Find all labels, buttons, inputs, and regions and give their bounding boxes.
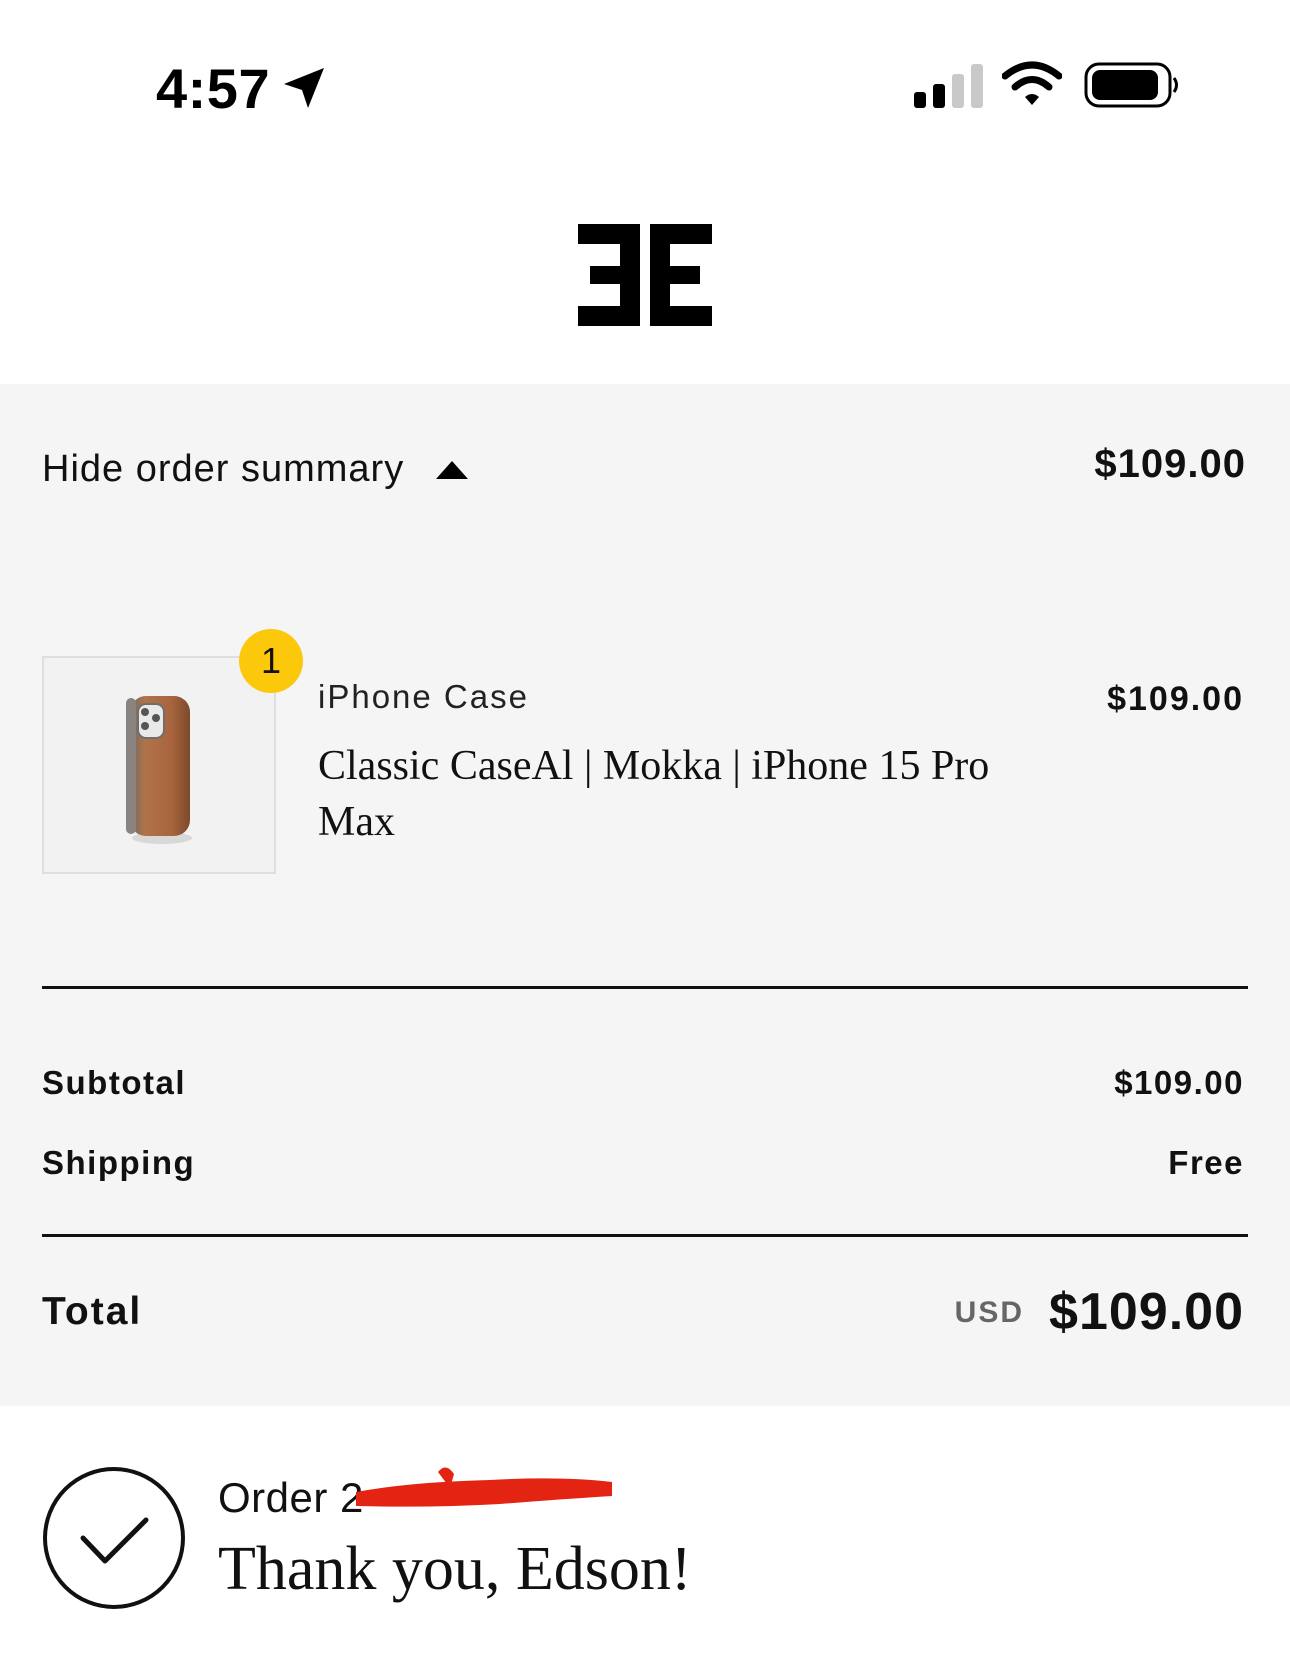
wifi-icon xyxy=(1002,61,1062,105)
order-confirmation: Order 2 Thank you, Edson! xyxy=(0,1406,1290,1678)
shipping-value: Free xyxy=(1168,1144,1244,1181)
thank-you-heading: Thank you, Edson! xyxy=(218,1535,692,1603)
item-name: Classic CaseAl | Mokka | iPhone 15 Pro M… xyxy=(318,743,990,845)
caret-up-icon xyxy=(436,461,469,479)
total-label: Total xyxy=(42,1290,143,1333)
subtotal-value: $109.00 xyxy=(1114,1064,1244,1101)
checkmark-circle-icon xyxy=(43,1467,185,1609)
status-time: 4:57 xyxy=(156,57,271,120)
divider xyxy=(42,986,1248,989)
redaction-mark xyxy=(356,1467,612,1507)
subtotal-label: Subtotal xyxy=(42,1064,186,1101)
toggle-label: Hide order summary xyxy=(42,447,405,490)
phone-case-thumbnail xyxy=(126,696,192,844)
order-summary-panel: Hide order summary $109.00 1 iPhone Case… xyxy=(0,384,1290,1406)
item-type: iPhone Case xyxy=(318,678,529,715)
status-bar: 4:57 xyxy=(0,0,1290,170)
hide-order-summary-toggle[interactable]: Hide order summary xyxy=(42,444,469,494)
grand-total: $109.00 xyxy=(1049,1283,1244,1341)
order-number: Order 2 xyxy=(218,1474,364,1521)
product-thumbnail xyxy=(42,656,276,874)
divider xyxy=(42,1234,1248,1237)
quantity-badge: 1 xyxy=(239,629,303,693)
item-price: $109.00 xyxy=(1107,680,1244,718)
cellular-signal-icon xyxy=(914,64,983,108)
currency-code: USD xyxy=(954,1296,1024,1329)
location-arrow-icon xyxy=(284,68,324,108)
battery-icon xyxy=(1084,62,1178,108)
summary-total: $109.00 xyxy=(1094,442,1246,486)
shipping-label: Shipping xyxy=(42,1144,196,1181)
brand-logo-icon[interactable] xyxy=(578,224,712,326)
